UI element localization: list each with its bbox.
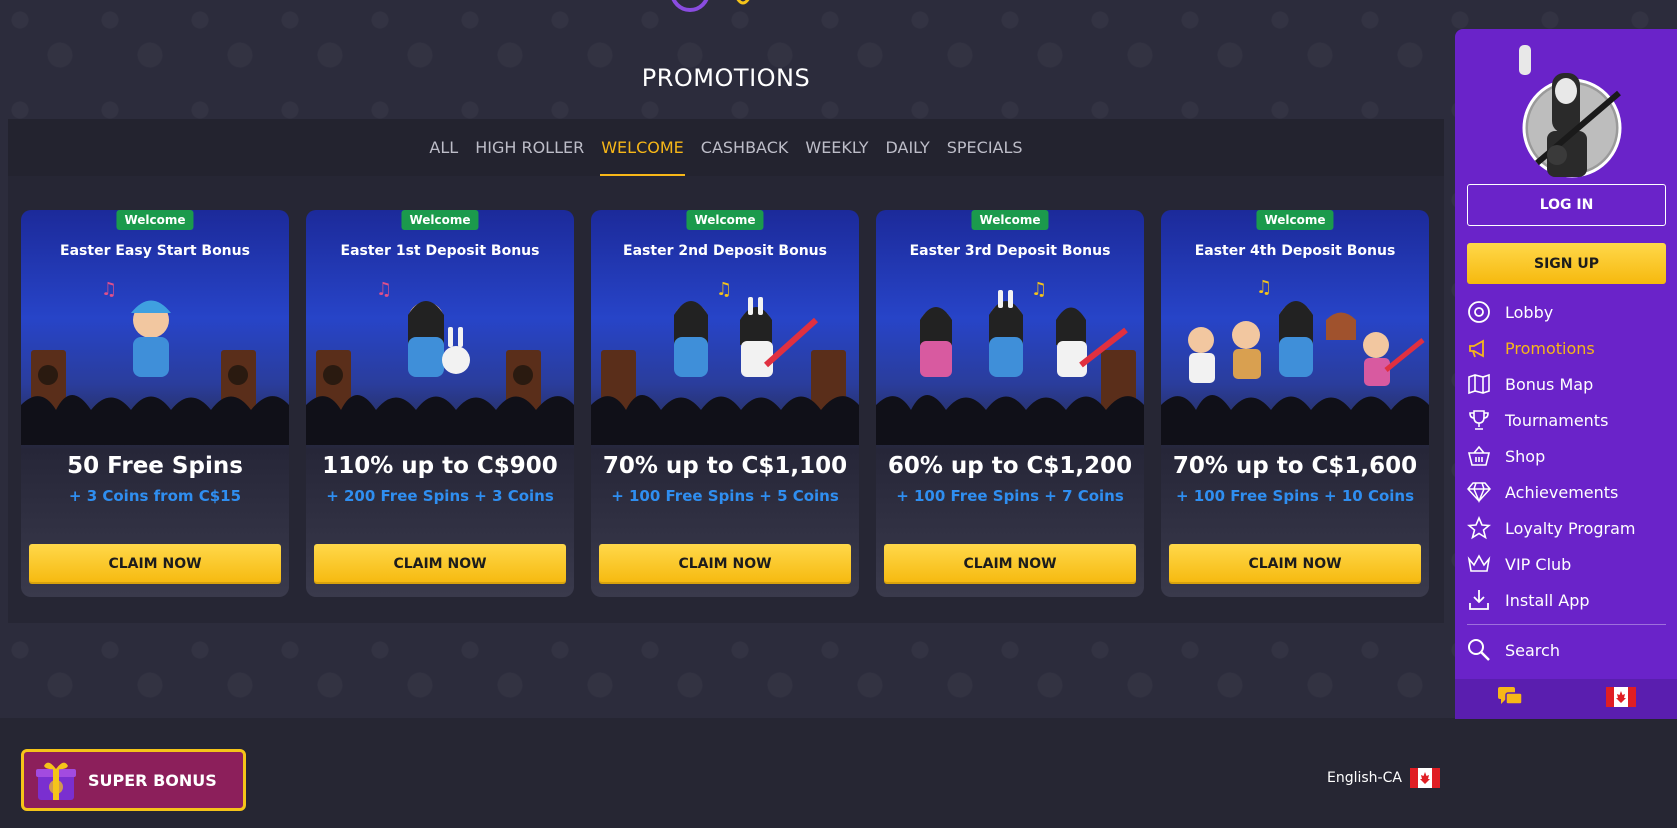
svg-text:♫: ♫ [1031, 279, 1047, 300]
site-logo[interactable] [650, 0, 790, 26]
sidebar-item-label: Shop [1505, 446, 1546, 466]
canada-flag-icon [1409, 768, 1440, 788]
card-offer-extra: + 200 Free Spins + 3 Coins [326, 487, 554, 505]
sidebar-item-search[interactable]: Search [1467, 635, 1666, 665]
tab-welcome[interactable]: WELCOME [600, 119, 685, 176]
sidebar-item-label: Tournaments [1505, 410, 1609, 430]
sidebar-item-label: Lobby [1505, 302, 1554, 322]
sidebar-item-bonus-map[interactable]: Bonus Map [1467, 369, 1666, 399]
page-title: PROMOTIONS [641, 64, 811, 92]
card-badge: Welcome [971, 210, 1049, 230]
sidebar-item-loyalty-program[interactable]: Loyalty Program [1467, 513, 1666, 543]
card-badge: Welcome [116, 210, 194, 230]
card-offer: 70% up to C$1,600 [1172, 453, 1418, 479]
tab-high-roller[interactable]: HIGH ROLLER [474, 119, 585, 176]
search-icon [1467, 638, 1491, 662]
sidebar-item-label: Achievements [1505, 482, 1619, 502]
tab-cashback[interactable]: CASHBACK [700, 119, 790, 176]
sidebar-item-promotions[interactable]: Promotions [1467, 333, 1666, 363]
promo-card: Welcome Easter 1st Deposit Bonus ♫ 110% … [306, 210, 574, 597]
svg-text:♫: ♫ [376, 279, 392, 300]
tab-specials[interactable]: SPECIALS [946, 119, 1024, 176]
crown-icon [1467, 552, 1491, 576]
claim-now-button[interactable]: CLAIM NOW [599, 544, 851, 584]
promo-card: Welcome Easter 2nd Deposit Bonus ♫ 70% u… [591, 210, 859, 597]
card-illustration: ♫ [876, 279, 1144, 445]
card-title: Easter 4th Deposit Bonus [1194, 243, 1396, 259]
card-title: Easter 3rd Deposit Bonus [909, 243, 1111, 259]
star-icon [1467, 516, 1491, 540]
megaphone-icon [1467, 336, 1491, 360]
promo-card: Welcome Easter 4th Deposit Bonus ♫ 70% u… [1161, 210, 1429, 597]
card-title: Easter Easy Start Bonus [60, 243, 250, 259]
language-label: English-CA [1327, 770, 1402, 786]
sign-up-button[interactable]: SIGN UP [1467, 243, 1666, 284]
language-selector[interactable]: English-CA [1327, 768, 1440, 788]
card-badge: Welcome [1256, 210, 1334, 230]
card-illustration: ♫ [306, 279, 574, 445]
sidebar: LOG IN SIGN UP Lobby Promotions Bonus Ma… [1455, 29, 1677, 719]
card-offer-extra: + 100 Free Spins + 7 Coins [896, 487, 1124, 505]
claim-now-button[interactable]: CLAIM NOW [884, 544, 1136, 584]
sidebar-item-label: Bonus Map [1505, 374, 1594, 394]
trophy-icon [1467, 408, 1491, 432]
card-illustration: ♫ [21, 279, 289, 445]
card-offer: 50 Free Spins [67, 453, 243, 479]
sidebar-item-label: Install App [1505, 590, 1590, 610]
sidebar-footer [1455, 679, 1677, 719]
card-badge: Welcome [686, 210, 764, 230]
super-bonus-label: SUPER BONUS [88, 770, 217, 790]
diamond-icon [1467, 480, 1491, 504]
card-illustration: ♫ [591, 279, 859, 445]
svg-text:♫: ♫ [101, 279, 117, 300]
promo-card: Welcome Easter 3rd Deposit Bonus ♫ 60% u… [876, 210, 1144, 597]
basket-icon [1467, 444, 1491, 468]
sidebar-item-label: VIP Club [1505, 554, 1572, 574]
claim-now-button[interactable]: CLAIM NOW [314, 544, 566, 584]
chat-icon[interactable] [1497, 686, 1523, 712]
avatar [1519, 45, 1622, 178]
map-icon [1467, 372, 1491, 396]
sidebar-item-achievements[interactable]: Achievements [1467, 477, 1666, 507]
card-illustration: ♫ [1161, 277, 1429, 445]
card-title: Easter 1st Deposit Bonus [340, 243, 540, 259]
lobby-icon [1467, 300, 1491, 324]
promo-card: Welcome Easter Easy Start Bonus ♫ 50 Fre… [21, 210, 289, 597]
sidebar-item-label: Search [1505, 640, 1560, 660]
promo-cards-area: Welcome Easter Easy Start Bonus ♫ 50 Fre… [8, 176, 1444, 623]
promo-tabs: ALL HIGH ROLLER WELCOME CASHBACK WEEKLY … [8, 119, 1444, 176]
card-offer: 60% up to C$1,200 [887, 453, 1133, 479]
sidebar-item-lobby[interactable]: Lobby [1467, 297, 1666, 327]
sidebar-item-label: Loyalty Program [1505, 518, 1636, 538]
tab-daily[interactable]: DAILY [884, 119, 930, 176]
tab-all[interactable]: ALL [428, 119, 459, 176]
card-title: Easter 2nd Deposit Bonus [623, 243, 827, 259]
claim-now-button[interactable]: CLAIM NOW [1169, 544, 1421, 584]
log-in-button[interactable]: LOG IN [1467, 184, 1666, 226]
sidebar-item-install-app[interactable]: Install App [1467, 585, 1666, 615]
card-offer: 70% up to C$1,100 [602, 453, 848, 479]
canada-flag-icon[interactable] [1605, 687, 1636, 711]
svg-text:♫: ♫ [716, 279, 732, 300]
sidebar-item-tournaments[interactable]: Tournaments [1467, 405, 1666, 435]
sidebar-item-shop[interactable]: Shop [1467, 441, 1666, 471]
sidebar-item-vip-club[interactable]: VIP Club [1467, 549, 1666, 579]
sidebar-item-label: Promotions [1505, 338, 1595, 358]
tab-weekly[interactable]: WEEKLY [804, 119, 869, 176]
gift-icon [36, 762, 76, 800]
download-icon [1467, 588, 1491, 612]
claim-now-button[interactable]: CLAIM NOW [29, 544, 281, 584]
svg-text:♫: ♫ [1256, 277, 1272, 298]
super-bonus-button[interactable]: SUPER BONUS [21, 749, 246, 811]
card-offer-extra: + 3 Coins from C$15 [68, 487, 242, 505]
card-badge: Welcome [401, 210, 479, 230]
menu-divider [1467, 624, 1666, 625]
card-offer: 110% up to C$900 [322, 453, 558, 479]
card-offer-extra: + 100 Free Spins + 5 Coins [611, 487, 839, 505]
card-offer-extra: + 100 Free Spins + 10 Coins [1175, 487, 1415, 505]
